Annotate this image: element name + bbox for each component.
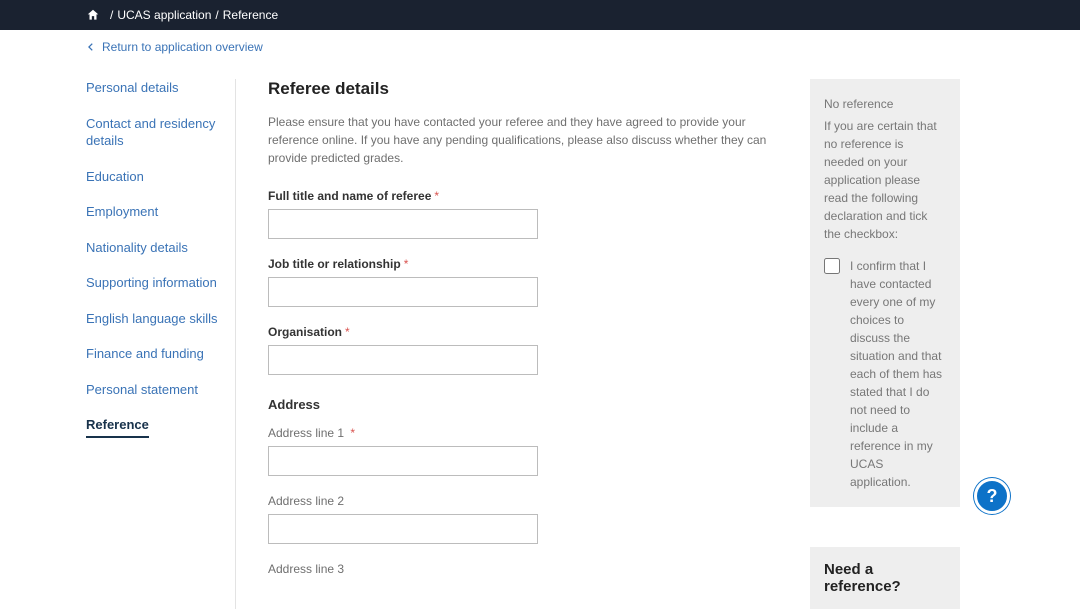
input-full-title[interactable]: [268, 209, 538, 239]
return-label: Return to application overview: [102, 40, 263, 54]
field-organisation: Organisation*: [268, 325, 778, 375]
intro-paragraph: Please ensure that you have contacted yo…: [268, 113, 778, 167]
input-address-line-2[interactable]: [268, 514, 538, 544]
label-organisation: Organisation*: [268, 325, 778, 339]
need-reference-box: Need a reference?: [810, 547, 960, 609]
help-icon: ?: [987, 486, 998, 507]
no-reference-declaration-row: I confirm that I have contacted every on…: [824, 257, 946, 491]
sidebar-nav: Personal details Contact and residency d…: [86, 79, 236, 609]
help-button[interactable]: ?: [974, 478, 1010, 514]
label-full-title: Full title and name of referee*: [268, 189, 778, 203]
sidebar-item-personal-details[interactable]: Personal details: [86, 79, 225, 97]
label-address-line-3: Address line 3: [268, 562, 778, 576]
return-to-overview-link[interactable]: Return to application overview: [86, 40, 263, 54]
label-address-line-2: Address line 2: [268, 494, 778, 508]
field-full-title: Full title and name of referee*: [268, 189, 778, 239]
home-icon[interactable]: [86, 8, 100, 22]
input-address-line-1[interactable]: [268, 446, 538, 476]
label-address-line-1: Address line 1 *: [268, 426, 778, 440]
crumb-sep: /: [110, 8, 113, 22]
sidebar-item-nationality[interactable]: Nationality details: [86, 239, 225, 257]
sidebar-item-english-skills[interactable]: English language skills: [86, 310, 225, 328]
field-job-title: Job title or relationship*: [268, 257, 778, 307]
label-job-title: Job title or relationship*: [268, 257, 778, 271]
no-reference-title: No reference: [824, 95, 946, 113]
page-title: Referee details: [268, 79, 778, 99]
address-heading: Address: [268, 397, 778, 412]
no-reference-body: If you are certain that no reference is …: [824, 117, 946, 243]
sidebar-item-supporting-info[interactable]: Supporting information: [86, 274, 225, 292]
sidebar-item-personal-statement[interactable]: Personal statement: [86, 381, 225, 399]
crumb-sep: /: [215, 8, 218, 22]
main-container: Personal details Contact and residency d…: [0, 55, 1080, 609]
no-reference-box: No reference If you are certain that no …: [810, 79, 960, 507]
required-mark: *: [345, 325, 350, 339]
required-mark: *: [434, 189, 439, 203]
field-address-line-2: Address line 2: [268, 494, 778, 544]
sidebar-item-employment[interactable]: Employment: [86, 203, 225, 221]
sidebar-item-education[interactable]: Education: [86, 168, 225, 186]
form-main: Referee details Please ensure that you h…: [268, 79, 778, 609]
required-mark: *: [404, 257, 409, 271]
crumb-reference: Reference: [223, 8, 278, 22]
field-address-line-3: Address line 3: [268, 562, 778, 576]
right-column: No reference If you are certain that no …: [810, 79, 960, 609]
sidebar-item-contact-residency[interactable]: Contact and residency details: [86, 115, 225, 150]
field-address-line-1: Address line 1 *: [268, 426, 778, 476]
sidebar-item-finance-funding[interactable]: Finance and funding: [86, 345, 225, 363]
sidebar-item-reference[interactable]: Reference: [86, 416, 149, 438]
return-row: Return to application overview: [0, 30, 1080, 55]
input-organisation[interactable]: [268, 345, 538, 375]
input-job-title[interactable]: [268, 277, 538, 307]
no-reference-checkbox[interactable]: [824, 258, 840, 274]
breadcrumb-bar: / UCAS application / Reference: [0, 0, 1080, 30]
no-reference-declaration: I confirm that I have contacted every on…: [850, 257, 946, 491]
required-mark: *: [350, 426, 355, 440]
crumb-ucas-application[interactable]: UCAS application: [117, 8, 211, 22]
